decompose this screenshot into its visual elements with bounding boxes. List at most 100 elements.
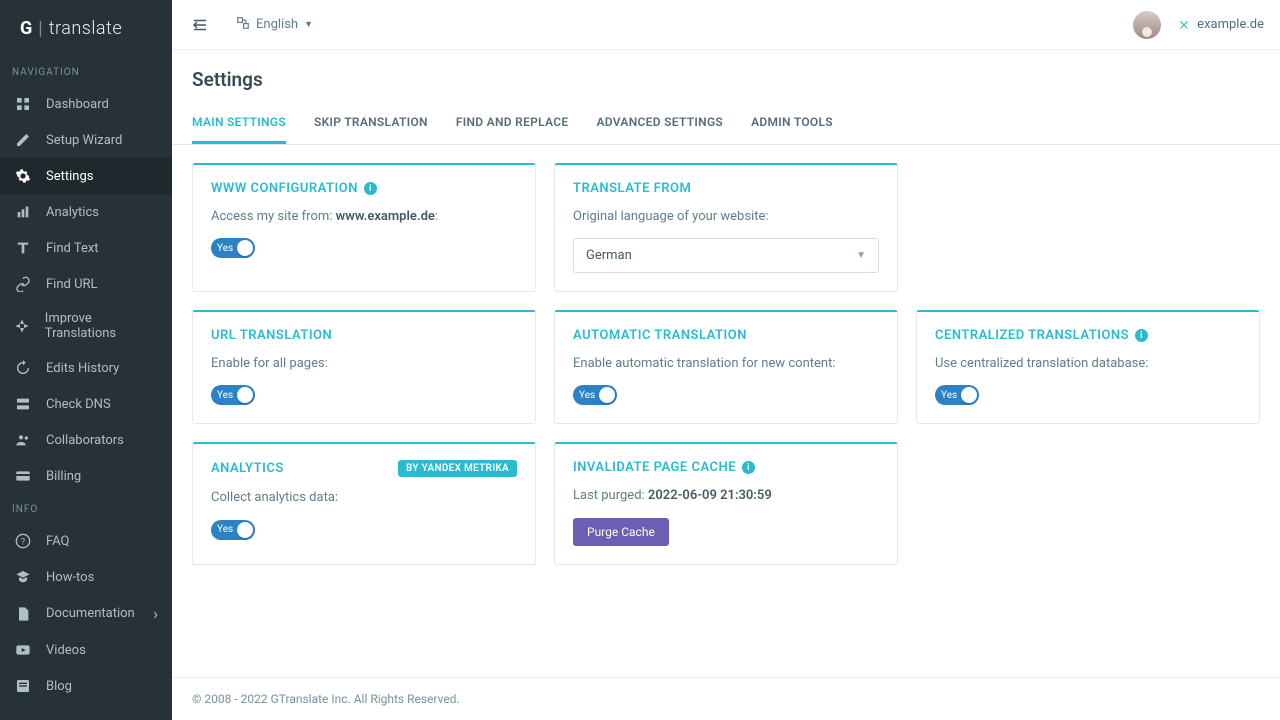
card-centralized-translations: CENTRALIZED TRANSLATIONS i Use centraliz…: [916, 310, 1260, 424]
toggle-label: Yes: [941, 390, 957, 401]
toggle-knob: [961, 387, 977, 403]
sidebar-item-setup-wizard[interactable]: Setup Wizard: [0, 122, 172, 158]
sidebar-item-label: Dashboard: [46, 97, 109, 112]
text-icon: [14, 239, 32, 257]
sidebar-item-check-dns[interactable]: Check DNS: [0, 386, 172, 422]
toggle-label: Yes: [217, 524, 233, 535]
sidebar-item-collaborators[interactable]: Collaborators: [0, 422, 172, 458]
purge-cache-button[interactable]: Purge Cache: [573, 518, 669, 546]
sidebar-item-label: Videos: [46, 643, 86, 658]
sidebar-item-label: Edits History: [46, 361, 119, 376]
card-desc: Enable for all pages:: [211, 355, 517, 373]
card-title: ANALYTICS: [211, 461, 284, 476]
card-invalidate-page-cache: INVALIDATE PAGE CACHE i Last purged: 202…: [554, 442, 898, 564]
card-desc: Use centralized translation database:: [935, 355, 1241, 373]
tab-skip-translation[interactable]: SKIP TRANSLATION: [314, 103, 428, 144]
nav-heading-navigation: NAVIGATION: [0, 57, 172, 86]
sidebar-item-faq[interactable]: ? FAQ: [0, 523, 172, 559]
footer: © 2008 - 2022 GTranslate Inc. All Rights…: [172, 677, 1280, 720]
toggle-knob: [237, 387, 253, 403]
sidebar-item-billing[interactable]: Billing: [0, 458, 172, 494]
sidebar-item-label: Collaborators: [46, 433, 124, 448]
sidebar-item-label: How-tos: [46, 570, 94, 585]
url-translation-toggle[interactable]: Yes: [211, 385, 255, 405]
sidebar-item-documentation[interactable]: Documentation ›: [0, 595, 172, 632]
sidebar-item-videos[interactable]: Videos: [0, 632, 172, 668]
tab-advanced-settings[interactable]: ADVANCED SETTINGS: [596, 103, 723, 144]
chart-icon: [14, 203, 32, 221]
card-title: TRANSLATE FROM: [573, 181, 691, 196]
tabs: MAIN SETTINGS SKIP TRANSLATION FIND AND …: [172, 103, 1280, 145]
card-translate-from: TRANSLATE FROM Original language of your…: [554, 163, 898, 292]
globe-icon: [236, 16, 250, 34]
language-selector[interactable]: English ▼: [236, 16, 313, 34]
collapse-sidebar-button[interactable]: [188, 13, 212, 37]
card-desc: Access my site from: www.example.de:: [211, 208, 517, 226]
sidebar-item-howtos[interactable]: How-tos: [0, 559, 172, 595]
card-icon: [14, 467, 32, 485]
card-desc: Enable automatic translation for new con…: [573, 355, 879, 373]
tab-find-and-replace[interactable]: FIND AND REPLACE: [456, 103, 569, 144]
logo-mark: G: [20, 18, 32, 39]
sidebar-item-label: Settings: [46, 169, 93, 184]
wand-icon: [14, 131, 32, 149]
sidebar-item-dashboard[interactable]: Dashboard: [0, 86, 172, 122]
sidebar-item-label: Check DNS: [46, 397, 111, 412]
sidebar-item-edits-history[interactable]: Edits History: [0, 350, 172, 386]
sidebar-item-label: Analytics: [46, 205, 99, 220]
logo-text: translate: [49, 18, 122, 39]
chevron-down-icon: ▼: [304, 19, 313, 30]
info-icon[interactable]: i: [1135, 329, 1148, 342]
card-analytics: ANALYTICS BY YANDEX METRIKA Collect anal…: [192, 442, 536, 564]
topbar: English ▼ example.de: [172, 0, 1280, 50]
card-desc: Original language of your website:: [573, 208, 879, 226]
translate-from-select[interactable]: German ▼: [573, 238, 879, 273]
card-title: AUTOMATIC TRANSLATION: [573, 328, 747, 343]
question-icon: ?: [14, 532, 32, 550]
analytics-toggle[interactable]: Yes: [211, 520, 255, 540]
sidebar-item-label: Improve Translations: [45, 311, 158, 341]
info-icon[interactable]: i: [364, 182, 377, 195]
toggle-knob: [599, 387, 615, 403]
toggle-label: Yes: [579, 390, 595, 401]
logo-divider: |: [38, 18, 42, 39]
translate-icon: [14, 317, 31, 335]
blog-icon: [14, 677, 32, 695]
sidebar-item-find-url[interactable]: Find URL: [0, 266, 172, 302]
domain-label: example.de: [1197, 17, 1264, 32]
video-icon: [14, 641, 32, 659]
avatar[interactable]: [1133, 11, 1161, 39]
sidebar-item-label: Find Text: [46, 241, 99, 256]
sidebar-item-blog[interactable]: Blog: [0, 668, 172, 704]
info-icon[interactable]: i: [742, 461, 755, 474]
cards-grid: WWW CONFIGURATION i Access my site from:…: [172, 145, 1280, 677]
card-title: WWW CONFIGURATION: [211, 181, 358, 196]
automatic-translation-toggle[interactable]: Yes: [573, 385, 617, 405]
card-title: INVALIDATE PAGE CACHE: [573, 460, 736, 475]
main: English ▼ example.de Settings MAIN SETTI…: [172, 0, 1280, 720]
sidebar-item-label: Setup Wizard: [46, 133, 122, 148]
card-url-translation: URL TRANSLATION Enable for all pages: Ye…: [192, 310, 536, 424]
toggle-label: Yes: [217, 243, 233, 254]
nav-heading-info: INFO: [0, 494, 172, 523]
card-desc: Collect analytics data:: [211, 489, 517, 507]
page-title: Settings: [172, 50, 1280, 103]
sidebar-item-improve-translations[interactable]: Improve Translations: [0, 302, 172, 350]
centralized-translations-toggle[interactable]: Yes: [935, 385, 979, 405]
sidebar-item-settings[interactable]: Settings: [0, 158, 172, 194]
sidebar: G | translate NAVIGATION Dashboard Setup…: [0, 0, 172, 720]
card-title: URL TRANSLATION: [211, 328, 332, 343]
doc-icon: [14, 605, 32, 623]
tab-admin-tools[interactable]: ADMIN TOOLS: [751, 103, 833, 144]
logo[interactable]: G | translate: [0, 0, 172, 57]
sidebar-item-find-text[interactable]: Find Text: [0, 230, 172, 266]
card-title: CENTRALIZED TRANSLATIONS: [935, 328, 1129, 343]
select-value: German: [586, 248, 632, 263]
www-toggle[interactable]: Yes: [211, 238, 255, 258]
domain-selector[interactable]: example.de: [1177, 17, 1264, 32]
tab-main-settings[interactable]: MAIN SETTINGS: [192, 103, 286, 144]
sidebar-item-analytics[interactable]: Analytics: [0, 194, 172, 230]
language-label: English: [256, 17, 298, 32]
chevron-right-icon: ›: [153, 604, 158, 623]
link-icon: [14, 275, 32, 293]
